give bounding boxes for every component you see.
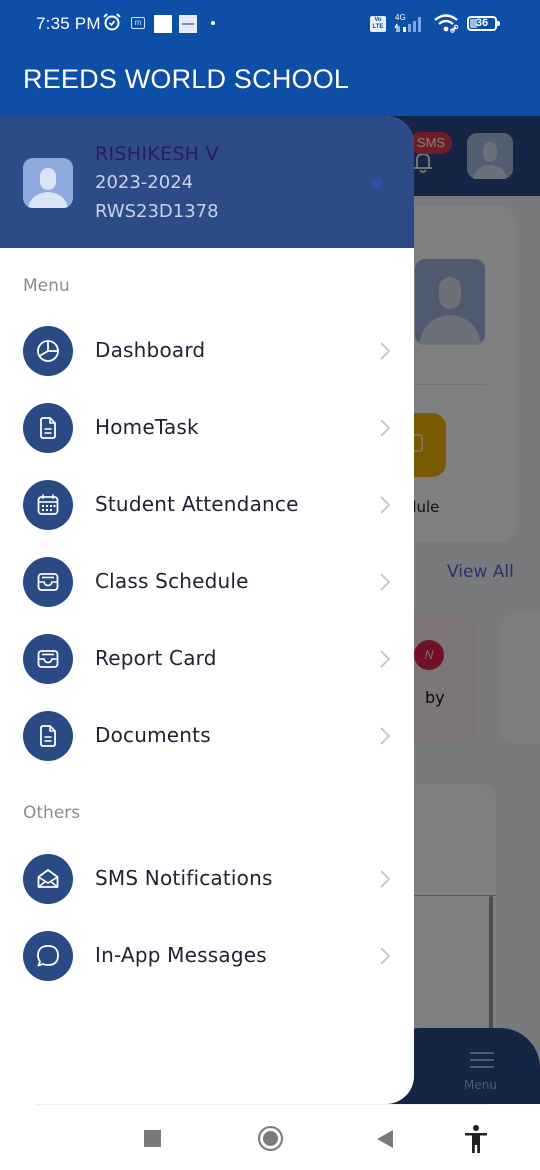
chevron-right-icon xyxy=(380,870,391,888)
menu-item-label: Report Card xyxy=(95,646,217,670)
system-nav-bar xyxy=(0,1104,540,1170)
menu-item-label: Student Attendance xyxy=(95,492,299,516)
profile-avatar xyxy=(23,158,73,208)
chevron-right-icon xyxy=(380,496,391,514)
chevron-right-icon xyxy=(380,650,391,668)
menu-item-label: HomeTask xyxy=(95,415,199,439)
status-time: 7:35 PM xyxy=(36,14,101,33)
recent-apps-icon[interactable] xyxy=(144,1130,161,1147)
wifi-icon xyxy=(434,14,459,33)
menu-item-label: SMS Notifications xyxy=(95,866,273,890)
section-label-menu: Menu xyxy=(23,276,70,296)
app-bar: REEDS WORLD SCHOOL xyxy=(0,48,540,116)
menu-item-report-card[interactable]: Report Card xyxy=(0,629,414,689)
menu-item-label: In-App Messages xyxy=(95,943,267,967)
menu-item-in-app-messages[interactable]: In-App Messages xyxy=(0,926,414,986)
pie-chart-icon xyxy=(23,326,73,376)
status-bar: 7:35 PM m Vo LTE 4G 36 xyxy=(0,0,540,48)
student-id: RWS23D1378 xyxy=(95,201,219,222)
svg-text:4G: 4G xyxy=(395,13,406,22)
more-notifications-dot-icon xyxy=(211,21,215,25)
accessibility-icon[interactable] xyxy=(462,1124,490,1154)
drawer-profile-header[interactable]: RISHIKESH V 2023-2024 RWS23D1378 xyxy=(0,116,414,248)
chat-bubble-icon xyxy=(23,931,73,981)
home-icon[interactable] xyxy=(258,1126,283,1151)
news-notification-icon xyxy=(179,15,197,33)
menu-item-class-schedule[interactable]: Class Schedule xyxy=(0,552,414,612)
m-app-icon: m xyxy=(131,17,145,29)
white-square-notification-icon xyxy=(154,15,172,33)
back-icon[interactable] xyxy=(377,1130,393,1148)
menu-item-label: Dashboard xyxy=(95,338,206,362)
menu-item-sms-notifications[interactable]: SMS Notifications xyxy=(0,849,414,909)
battery-icon: 36 xyxy=(467,16,500,31)
menu-item-dashboard[interactable]: Dashboard xyxy=(0,321,414,381)
volte-icon: Vo LTE xyxy=(370,16,386,32)
document-icon xyxy=(23,403,73,453)
student-name: RISHIKESH V xyxy=(95,143,219,165)
alarm-icon xyxy=(103,13,121,31)
section-label-others: Others xyxy=(23,803,81,823)
academic-year: 2023-2024 xyxy=(95,172,194,193)
chevron-right-icon xyxy=(380,342,391,360)
nav-divider xyxy=(36,1104,486,1105)
chevron-right-icon xyxy=(380,573,391,591)
person-silhouette-icon xyxy=(28,168,68,208)
chevron-right-icon xyxy=(380,727,391,745)
signal-4g-icon: 4G xyxy=(394,13,421,32)
battery-level: 36 xyxy=(475,17,489,29)
menu-item-label: Class Schedule xyxy=(95,569,249,593)
menu-item-student-attendance[interactable]: Student Attendance xyxy=(0,475,414,535)
chevron-right-icon xyxy=(380,419,391,437)
envelope-open-icon xyxy=(23,854,73,904)
profile-dot-indicator xyxy=(372,178,382,188)
menu-item-label: Documents xyxy=(95,723,211,747)
inbox-tray-icon xyxy=(23,557,73,607)
menu-item-documents[interactable]: Documents xyxy=(0,706,414,766)
navigation-drawer: RISHIKESH V 2023-2024 RWS23D1378 Menu Da… xyxy=(0,116,414,1104)
app-title: REEDS WORLD SCHOOL xyxy=(23,64,350,94)
menu-item-hometask[interactable]: HomeTask xyxy=(0,398,414,458)
chevron-right-icon xyxy=(380,947,391,965)
inbox-tray-icon xyxy=(23,634,73,684)
document-icon xyxy=(23,711,73,761)
calendar-icon xyxy=(23,480,73,530)
